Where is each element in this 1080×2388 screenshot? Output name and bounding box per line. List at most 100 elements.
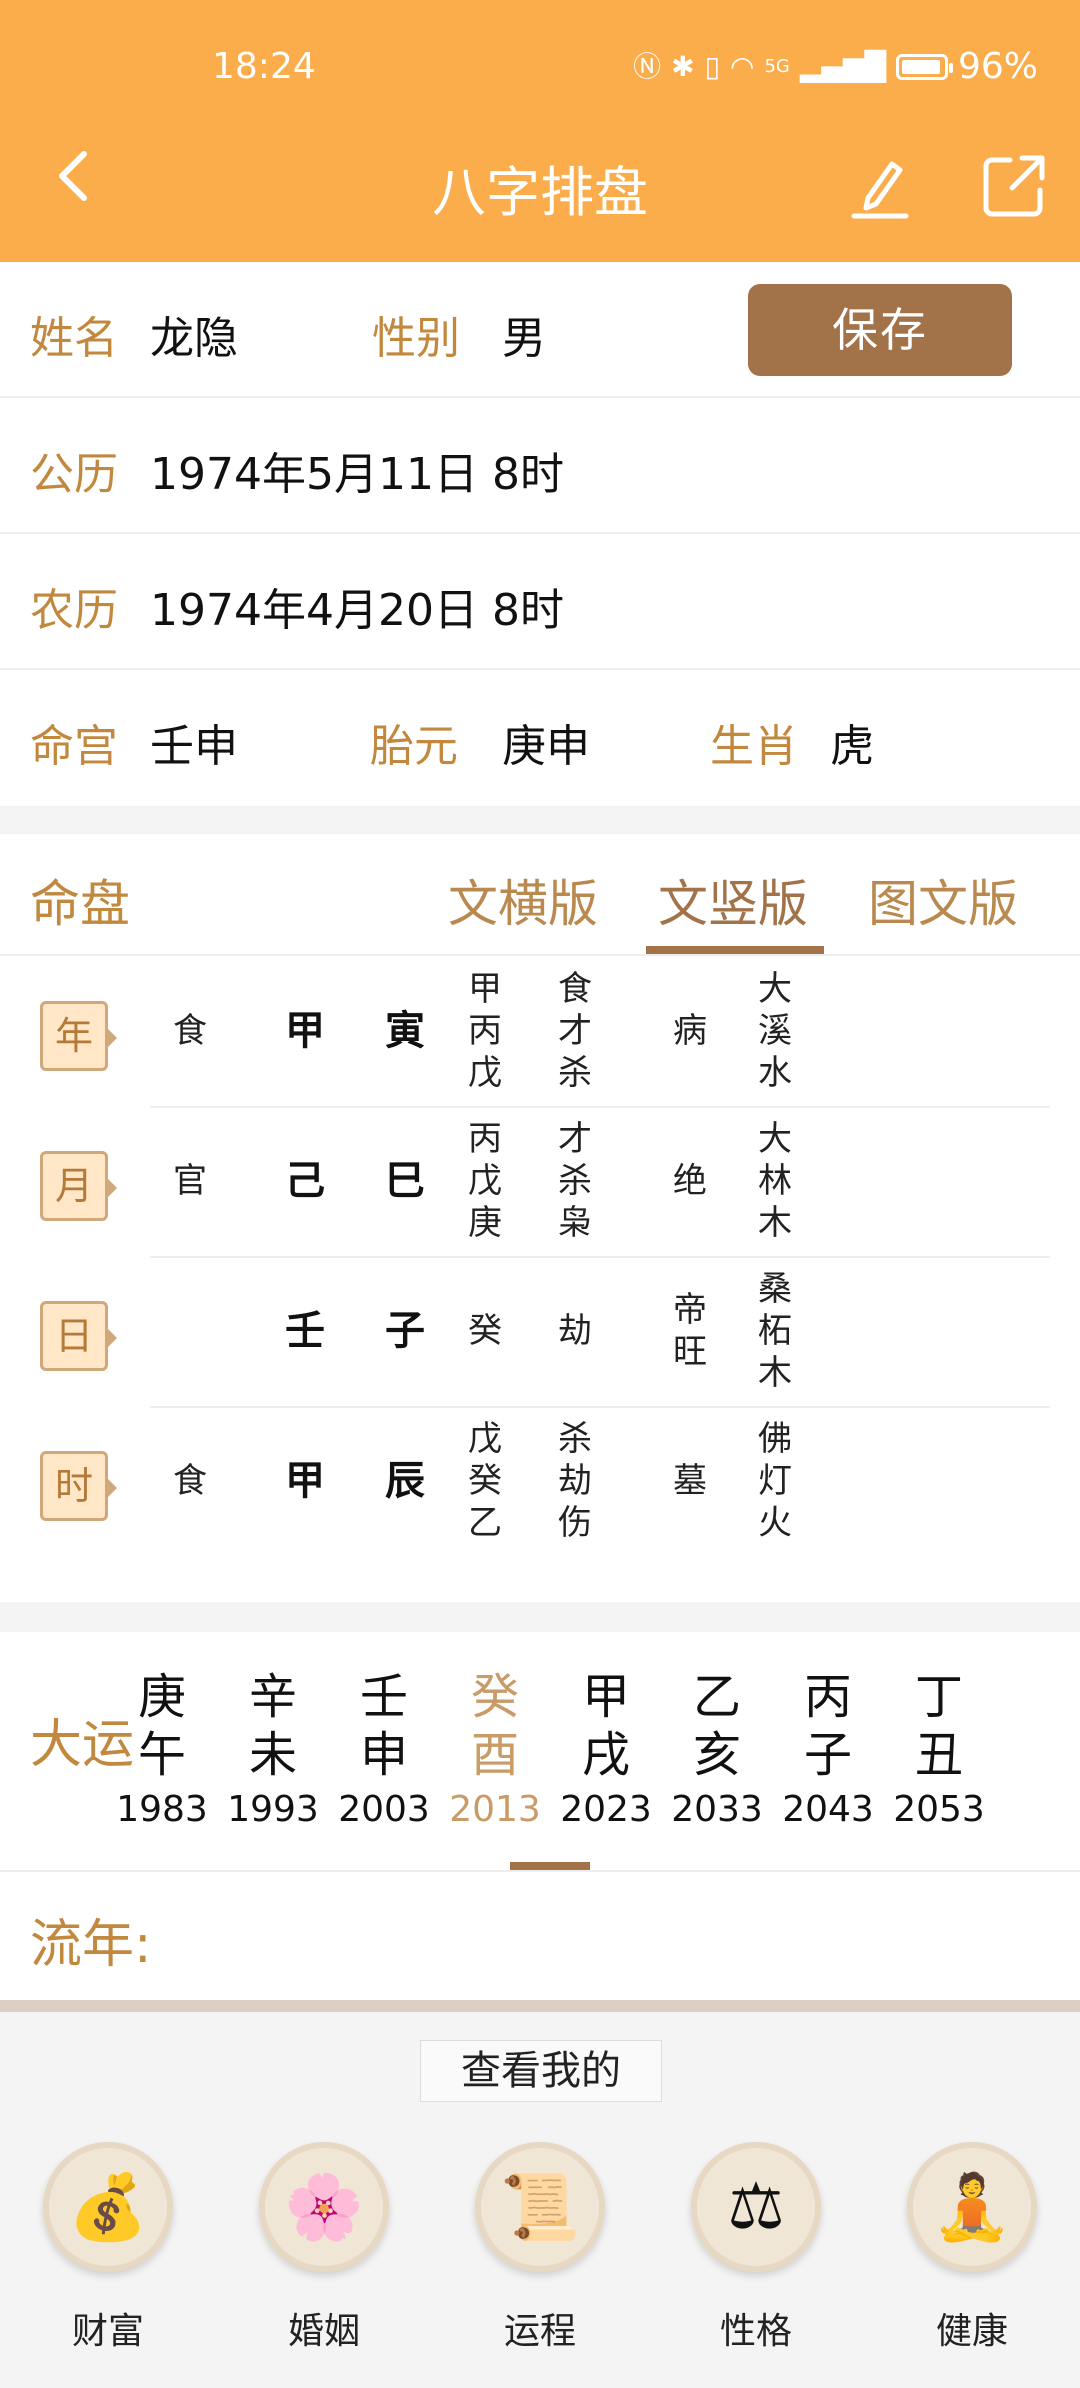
dayun-item[interactable]: 甲戌 2023: [551, 1668, 661, 1836]
feature-label: 性格: [719, 2311, 792, 2352]
tab-graphic[interactable]: 图文版: [868, 864, 1018, 936]
changsheng-cell-char: 墓: [673, 1461, 707, 1501]
dayun-item[interactable]: 辛未 1993: [218, 1668, 328, 1836]
tiangan-cell: 己: [250, 1106, 360, 1256]
fortune-scroll-icon[interactable]: 📜: [475, 2142, 605, 2272]
dayun-year: 1983: [116, 1789, 208, 1830]
save-button[interactable]: 保存: [748, 284, 1012, 376]
name-label: 姓名: [30, 313, 118, 364]
dayun-item[interactable]: 壬申 2003: [329, 1668, 439, 1836]
canggan-cell-char: 甲: [468, 969, 502, 1009]
nayin-cell-char: 溪: [758, 1011, 792, 1051]
tab-vertical[interactable]: 文竖版: [658, 864, 808, 936]
vibrate-icon: ▯: [704, 49, 720, 83]
dayun-gan: 庚: [137, 1669, 186, 1725]
balance-scale-icon[interactable]: ⚖: [691, 2142, 821, 2272]
dizhi-cell: 寅: [350, 956, 460, 1106]
nayin-cell-char: 林: [758, 1161, 792, 1201]
shishen-cell-char: 官: [173, 1161, 207, 1201]
dayun-gan: 甲: [581, 1669, 630, 1725]
solar-date[interactable]: 1974年5月11日 8时: [150, 438, 564, 502]
shishen-cell-char: 食: [173, 1461, 207, 1501]
canggan-cell: 戊癸乙: [450, 1406, 520, 1556]
battery-icon: [895, 53, 953, 80]
minpan-title: 命盘: [30, 875, 130, 933]
edit-icon[interactable]: [850, 150, 910, 220]
canggan-cell-char: 癸: [468, 1461, 502, 1501]
share-icon[interactable]: [980, 150, 1050, 220]
canggan-cell-char: 丙: [468, 1011, 502, 1051]
dizhi-cell: 子: [350, 1256, 460, 1406]
dayun-item[interactable]: 丁丑 2053: [884, 1668, 994, 1836]
changsheng-cell: 帝旺: [650, 1256, 730, 1406]
dizhi-cell: 巳: [350, 1106, 460, 1256]
lunar-date[interactable]: 1974年4月20日 8时: [150, 574, 564, 638]
dayun-gan: 丁: [914, 1669, 963, 1725]
changsheng-cell: 墓: [650, 1406, 730, 1556]
dayun-year: 1993: [227, 1789, 319, 1830]
minpan-header: 命盘 文横版 文竖版 图文版: [0, 834, 1080, 956]
canggan-cell-char: 戊: [468, 1419, 502, 1459]
nayin-cell-char: 木: [758, 1353, 792, 1393]
changsheng-cell-char: 旺: [673, 1332, 707, 1372]
feature-fortune-scroll[interactable]: 📜 运程: [460, 2142, 620, 2372]
gender-value[interactable]: 男: [502, 302, 546, 366]
peach-blossom-tree-icon[interactable]: 🌸: [259, 2142, 389, 2272]
battery-text: 96%: [957, 46, 1038, 87]
fuxing-cell-char: 食: [558, 969, 592, 1009]
name-value[interactable]: 龙隐: [150, 302, 238, 366]
gold-ingot-icon[interactable]: 💰: [43, 2142, 173, 2272]
dayun-year: 2023: [560, 1789, 652, 1830]
tab-horizontal[interactable]: 文横版: [448, 864, 598, 936]
feature-label: 健康: [935, 2311, 1008, 2352]
feature-balance-scale[interactable]: ⚖ 性格: [676, 2142, 836, 2372]
nayin-cell-char: 木: [758, 1203, 792, 1243]
canggan-cell-char: 戊: [468, 1161, 502, 1201]
nayin-cell: 佛灯火: [735, 1406, 815, 1556]
pillar-row: 年食甲寅甲丙戊食才杀病大溪水: [40, 956, 1050, 1108]
pillar-row: 时食甲辰戊癸乙杀劫伤墓佛灯火: [40, 1406, 1050, 1556]
dayun-gan: 壬: [359, 1669, 408, 1725]
dizhi-cell: 辰: [350, 1406, 460, 1556]
dayun-item[interactable]: 乙亥 2033: [662, 1668, 772, 1836]
minggong-label: 命宫: [30, 721, 118, 772]
status-bar: 18:24 Ⓝ ✱ ▯ ◠ 5G ▂▄▆█ 96%: [0, 28, 1080, 108]
feature-peach-blossom-tree[interactable]: 🌸 婚姻: [244, 2142, 404, 2372]
dayun-zhi: 午: [137, 1727, 186, 1783]
nayin-cell-char: 柘: [758, 1311, 792, 1351]
tiangan-cell: 甲: [250, 956, 360, 1106]
network-label: 5G: [764, 55, 790, 77]
fuxing-cell-char: 伤: [558, 1503, 592, 1543]
meditation-icon[interactable]: 🧘: [907, 2142, 1037, 2272]
app-header: 18:24 Ⓝ ✱ ▯ ◠ 5G ▂▄▆█ 96% 八字排盘: [0, 0, 1080, 262]
dayun-zhi: 申: [359, 1727, 408, 1783]
zodiac-value: 虎: [830, 721, 874, 772]
taiyuan-value: 庚申: [502, 721, 590, 772]
nayin-cell-char: 佛: [758, 1419, 792, 1459]
dayun-item[interactable]: 癸酉 2013: [440, 1668, 550, 1836]
tiangan-cell-char: 己: [285, 1158, 325, 1204]
changsheng-cell-char: 帝: [673, 1290, 707, 1330]
tab-active-indicator: [646, 946, 824, 954]
canggan-cell: 丙戊庚: [450, 1106, 520, 1256]
feature-gold-ingot[interactable]: 💰 财富: [28, 2142, 188, 2372]
dayun-item[interactable]: 丙子 2043: [773, 1668, 883, 1836]
tiangan-cell: 壬: [250, 1256, 360, 1406]
nayin-cell-char: 大: [758, 1119, 792, 1159]
dayun-zhi: 丑: [914, 1727, 963, 1783]
section-gap: [0, 806, 1080, 834]
feature-label: 婚姻: [287, 2311, 360, 2352]
shishen-cell: 官: [150, 1106, 230, 1256]
feature-meditation[interactable]: 🧘 健康: [892, 2142, 1052, 2372]
battery-fill: [901, 59, 940, 74]
nav-bar: 八字排盘: [0, 140, 1080, 250]
dayun-year: 2033: [671, 1789, 763, 1830]
canggan-cell: 癸: [450, 1256, 520, 1406]
tiangan-cell-char: 甲: [285, 1008, 325, 1054]
nayin-cell-char: 桑: [758, 1269, 792, 1309]
taiyuan-label: 胎元: [370, 721, 458, 772]
fuxing-cell-char: 杀: [558, 1419, 592, 1459]
dayun-item[interactable]: 庚午 1983: [107, 1668, 217, 1836]
dayun-gan: 辛: [248, 1669, 297, 1725]
bottom-panel: 查看我的 💰 财富 🌸 婚姻 📜 运程 ⚖ 性格 🧘 健康: [0, 2000, 1080, 2388]
